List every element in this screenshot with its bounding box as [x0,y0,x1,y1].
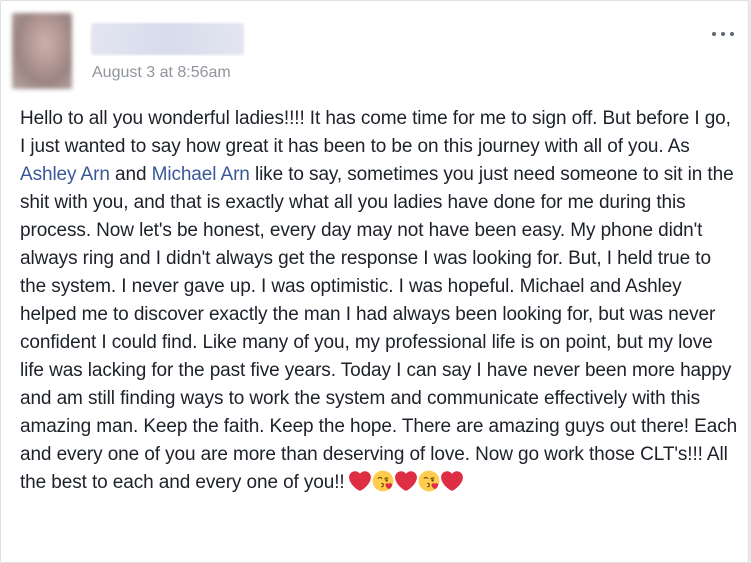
heart-icon [440,471,463,491]
post-card: August 3 at 8:56am Hello to all you wond… [0,0,749,563]
post-body: Hello to all you wonderful ladies!!!! It… [20,105,740,497]
avatar[interactable] [12,13,72,89]
more-options-icon[interactable] [712,27,734,41]
heart-icon [348,471,371,491]
post-text-part-2: and [109,164,152,185]
post-text-part-3: like to say, sometimes you just need som… [20,164,738,493]
kissing-face-icon [372,470,393,492]
mention-ashley-arn[interactable]: Ashley Arn [20,164,110,185]
more-options-dot [712,32,716,36]
mention-michael-arn[interactable]: Michael Arn [152,164,250,185]
more-options-dot [730,32,734,36]
more-options-dot [721,32,725,36]
kissing-face-icon [418,470,439,492]
author-name-redacted[interactable] [91,23,244,55]
post-text-part-1: Hello to all you wonderful ladies!!!! It… [20,108,731,157]
emoji-row [348,470,463,492]
post-timestamp[interactable]: August 3 at 8:56am [92,63,231,83]
heart-icon [394,471,417,491]
